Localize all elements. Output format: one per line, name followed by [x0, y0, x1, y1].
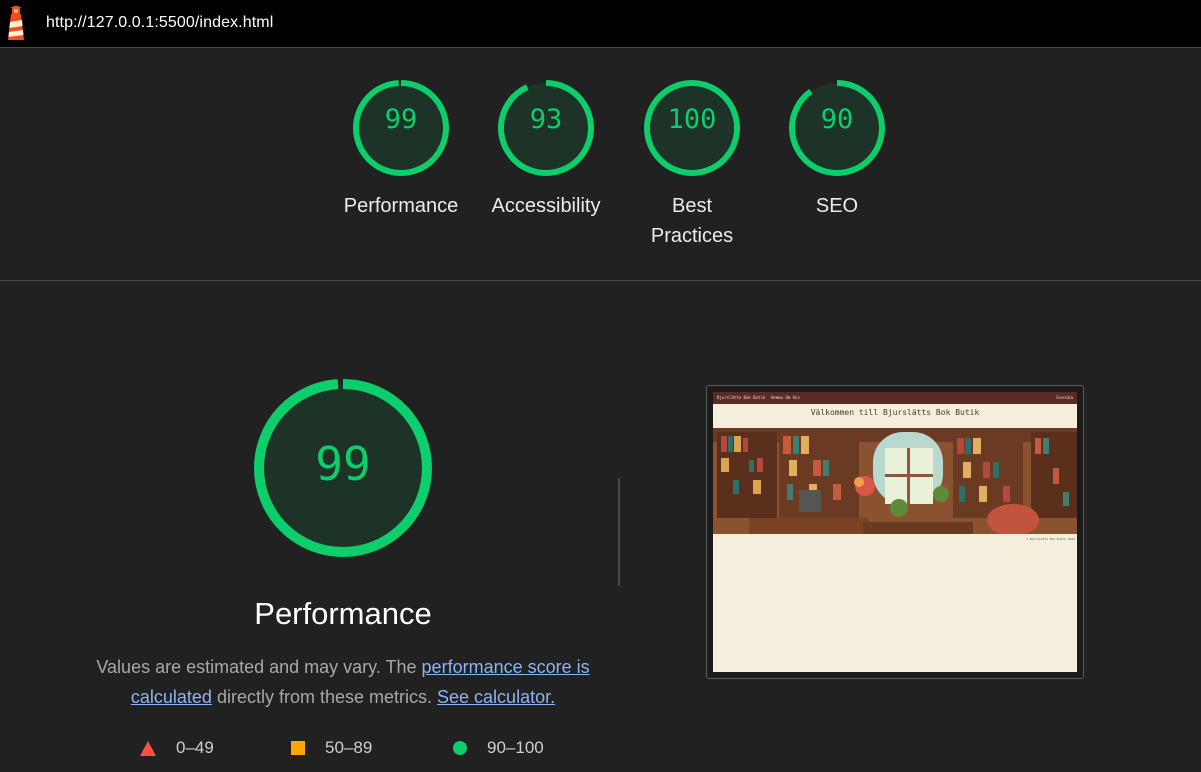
legend-range: 90–100	[487, 738, 544, 757]
screenshot-heading: Välkommen till Bjurslätts Bok Butik	[810, 408, 980, 417]
screenshot-nav-links: Hemma Om Oss	[771, 395, 800, 400]
gauge-best-practices[interactable]: 100 Best Practices	[632, 78, 752, 247]
gauge-performance[interactable]: 99 Performance	[341, 78, 461, 217]
report-url[interactable]: http://127.0.0.1:5500/index.html	[46, 14, 273, 32]
screenshot-language-select: Svenska	[1056, 395, 1073, 400]
screenshot-navbar: Bjurslätta Bok Butik Hemma Om Oss Svensk…	[713, 392, 1077, 404]
legend-range: 0–49	[176, 738, 214, 757]
gauge-label: SEO	[815, 195, 859, 217]
gauge-label: Performance	[343, 195, 459, 217]
see-calculator-link[interactable]: See calculator.	[437, 687, 555, 707]
legend-average: 50–89	[291, 738, 372, 758]
url-bar: http://127.0.0.1:5500/index.html	[0, 0, 1201, 48]
section-divider	[0, 280, 1201, 281]
square-icon	[291, 741, 305, 755]
legend-pass: 90–100	[453, 738, 544, 758]
gauge-value: 93	[529, 104, 563, 135]
gauge-value: 90	[820, 104, 854, 135]
performance-description: Values are estimated and may vary. The p…	[93, 652, 593, 712]
gauge-label: Accessibility	[491, 195, 601, 217]
gauge-label: Best Practices	[650, 195, 734, 247]
triangle-icon	[140, 740, 156, 756]
bookshop-hero-image	[713, 428, 1077, 534]
performance-score-value: 99	[315, 437, 371, 491]
gauge-accessibility[interactable]: 93 Accessibility	[486, 78, 606, 217]
gauge-value: 100	[667, 104, 717, 135]
legend-range: 50–89	[325, 738, 373, 757]
desc-text: directly from these metrics.	[211, 687, 438, 707]
performance-title: Performance	[254, 596, 432, 631]
legend-fail: 0–49	[140, 738, 214, 758]
screenshot-brand: Bjurslätta Bok Butik	[717, 395, 766, 400]
desc-text: Values are estimated and may vary. The	[96, 657, 422, 677]
gauge-seo[interactable]: 90 SEO	[777, 78, 897, 217]
circle-icon	[453, 741, 467, 755]
vertical-separator	[618, 478, 620, 586]
final-screenshot[interactable]: Bjurslätta Bok Butik Hemma Om Oss Svensk…	[713, 392, 1077, 672]
screenshot-footer: © Bjurslätta Bok Butik 2024	[1026, 537, 1075, 541]
gauge-value: 99	[384, 104, 418, 135]
lighthouse-icon	[8, 6, 24, 40]
